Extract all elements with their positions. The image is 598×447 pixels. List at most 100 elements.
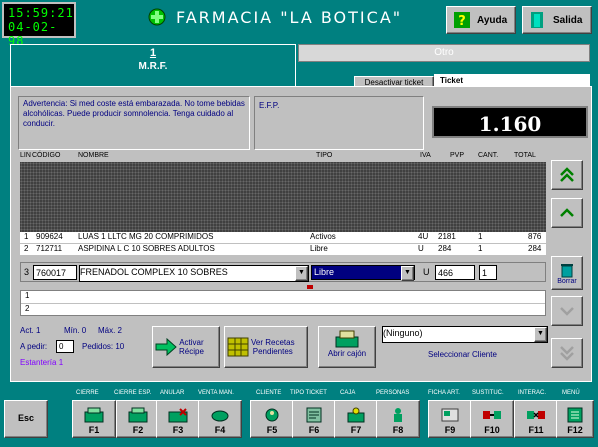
chevron-down-icon[interactable]: ▼ [401,266,414,281]
door-exit-icon [531,12,543,28]
f4-label: F4 [214,425,226,435]
exit-label: Salida [553,14,583,26]
esc-key-button[interactable]: Esc [4,400,48,438]
table-row[interactable]: 2 712711 ASPIDINA L C 10 SOBRES ADULTOS … [20,244,546,255]
esc-label: Esc [17,413,34,423]
row-total: 876 [528,232,542,241]
page-down-button[interactable] [551,338,583,368]
efp-label: E.F.P. [254,96,424,150]
fkey-label-f4: VENTA MAN. [198,390,234,396]
type-select[interactable]: Libre ▼ [311,265,415,281]
total-display: 1.160 [432,106,588,138]
fkey-label-f7: CAJA [340,390,356,396]
f3-label: F3 [172,425,184,435]
f9-article-card-button[interactable]: F9 [428,400,472,438]
list-item[interactable]: 2 [21,304,545,316]
select-client-label[interactable]: Seleccionar Cliente [428,350,497,359]
fkey-label-f1: CIERRE [76,390,99,396]
svg-text:?: ? [458,14,466,29]
product-select[interactable]: FRENADOL COMPLEX 10 SOBRES ▼ [79,265,309,282]
double-chevron-down-icon [560,346,574,361]
chevron-down-icon[interactable]: ▼ [534,327,547,342]
min-label: Mín. 0 [64,326,87,335]
col-total: TOTAL [514,152,536,159]
line-up-button[interactable] [551,198,583,228]
fkey-label-f8: PERSONAS [376,390,410,396]
page-up-button[interactable] [551,160,583,190]
row-code: 909624 [36,232,63,241]
delete-button[interactable]: Borrar [551,256,583,290]
max-label: Máx. 2 [98,326,123,335]
help-button[interactable]: ? Ayuda [446,6,516,34]
f7-cash-button[interactable]: F7 [334,400,378,438]
qty-input[interactable] [479,265,497,280]
row-qty: 1 [478,244,483,253]
f4-manual-sale-button[interactable]: F4 [198,400,242,438]
list-item[interactable]: 1 [21,291,545,304]
f6-ticket-type-button[interactable]: F6 [292,400,336,438]
hand-money-icon [211,410,229,422]
row-iva: 4U [418,232,429,241]
line-down-button[interactable] [551,296,583,326]
chevron-down-icon[interactable]: ▼ [295,266,308,281]
f11-interaction-button[interactable]: F11 [514,400,558,438]
app-title: FARMACIA "LA BOTICA" [176,8,403,27]
row-lin: 1 [24,232,29,241]
swap-icon [483,411,501,419]
exit-button[interactable]: Salida [522,6,592,34]
fkey-label-f5: CLIENTE [256,390,282,396]
code-input[interactable] [33,265,77,280]
register-cancel-icon [168,408,188,423]
menu-icon [567,407,583,423]
clock-time: 15:59:21 [8,6,74,20]
activate-recipe-button[interactable]: Activar Récipe [152,326,220,368]
tab-other[interactable]: Otro [298,44,590,62]
view-pending-button[interactable]: Ver Recetas Pendientes [224,326,308,368]
cash-box-icon [347,407,365,423]
double-chevron-up-icon [560,167,574,182]
chevron-up-icon [560,208,574,217]
interaction-icon [527,411,545,419]
edit-lin: 3 [24,267,30,277]
row-pvp: 2181 [438,232,456,241]
table-header: LIN CÓDIGO NOMBRE TIPO IVA PVP CANT. TOT… [20,152,548,162]
f10-label: F10 [484,425,500,435]
view-pending-label: Ver Recetas Pendientes [251,338,295,356]
client-select[interactable]: (Ninguno) ▼ [382,326,548,343]
person-icon [394,408,402,422]
tab-number: 1 [149,47,157,59]
to-order-input[interactable] [56,340,74,353]
type-value: Libre [314,267,335,277]
marker-indicator [307,285,313,289]
row-qty: 1 [478,232,483,241]
col-code: CÓDIGO [32,152,61,159]
table-row[interactable]: 1 909624 LUAS 1 LLTC MG 20 COMPRIMIDOS A… [20,232,546,243]
f7-label: F7 [350,425,362,435]
f2-special-close-button[interactable]: F2 [116,400,160,438]
f6-label: F6 [308,425,320,435]
activate-recipe-label: Activar Récipe [179,338,204,356]
tab-mrf[interactable]: 1 M.R.F. [10,44,296,86]
shelf-label: Estantería 1 [20,358,64,367]
f1-close-button[interactable]: F1 [72,400,116,438]
row-total: 284 [528,244,542,253]
f10-substitution-button[interactable]: F10 [470,400,514,438]
client-value: (Ninguno) [383,328,423,338]
f12-menu-button[interactable]: F12 [556,400,594,438]
col-name: NOMBRE [78,152,109,159]
pvp-input[interactable] [435,265,475,280]
row-pvp: 284 [438,244,452,253]
open-drawer-button[interactable]: Abrir cajón [318,326,376,368]
col-lin: LIN [20,152,31,159]
col-pvp: PVP [450,152,465,159]
edit-row: 3 FRENADOL COMPLEX 10 SOBRES ▼ Libre ▼ U [20,262,546,282]
stock-info: Act. 1 Mín. 0 Máx. 2 A pedir: Pedidos: 1… [20,326,146,376]
arrow-right-icon [155,338,177,356]
f3-cancel-button[interactable]: F3 [156,400,200,438]
f5-client-button[interactable]: F5 [250,400,294,438]
empty-rows: 1 2 [20,290,546,316]
f1-label: F1 [88,425,100,435]
f8-people-button[interactable]: F8 [376,400,420,438]
clock-display: 15:59:21 04-02-98 [2,2,76,48]
row-type: Activos [310,232,336,241]
